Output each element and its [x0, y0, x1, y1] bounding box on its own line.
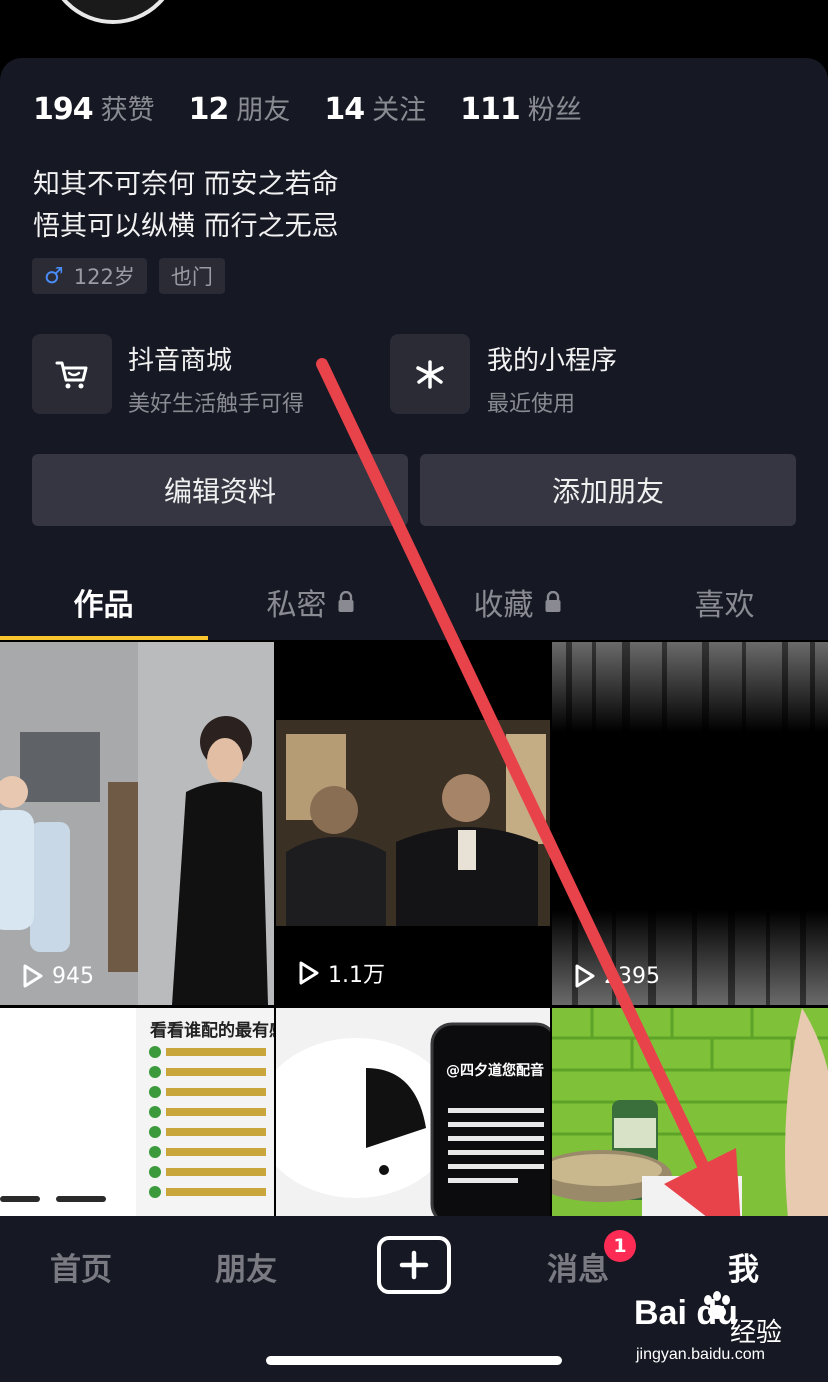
content-tabs: 作品 私密 收藏 喜欢: [0, 570, 828, 640]
home-indicator[interactable]: [266, 1356, 562, 1365]
stat-number: 14: [324, 92, 365, 127]
mini-program-title[interactable]: 我的小程序: [487, 340, 617, 377]
add-friend-button[interactable]: 添加朋友: [420, 454, 796, 526]
messages-badge: 1: [604, 1230, 636, 1262]
avatar[interactable]: [46, 0, 180, 24]
mini-program-subtitle: 最近使用: [487, 392, 576, 417]
location-label: 也门: [170, 265, 213, 289]
lock-icon: [545, 591, 560, 612]
mini-program-icon: [416, 360, 444, 389]
play-icon: [23, 964, 43, 988]
watermark-word: 经验: [730, 1318, 783, 1348]
stat-friends[interactable]: 12 朋友: [189, 88, 291, 127]
stat-number: 111: [460, 92, 521, 127]
mall-subtitle: 美好生活触手可得: [128, 392, 305, 417]
tab-favorites[interactable]: 收藏: [414, 570, 621, 634]
watermark-brand: Bai du: [634, 1294, 738, 1332]
cart-icon: [55, 361, 88, 389]
stat-followers[interactable]: 111 粉丝: [460, 88, 582, 127]
play-icon: [299, 961, 319, 985]
age-label: 122岁: [73, 265, 135, 289]
stat-likes[interactable]: 194 获赞: [33, 88, 155, 127]
male-icon: ♂: [44, 263, 64, 289]
tab-label: 喜欢: [694, 588, 755, 623]
tab-active-indicator: [0, 636, 208, 640]
video-preview-image: [552, 642, 828, 1005]
nav-home[interactable]: 首页: [50, 1244, 112, 1289]
play-count: 2395: [572, 963, 660, 989]
tab-likes[interactable]: 喜欢: [621, 570, 828, 634]
play-count-value: 945: [52, 963, 94, 989]
video-caption: @四夕道您配音: [446, 1063, 544, 1079]
tab-private[interactable]: 私密: [207, 570, 414, 634]
video-preview-image: [276, 1008, 550, 1226]
video-thumbnail[interactable]: 945: [0, 642, 274, 1005]
nav-friends[interactable]: 朋友: [215, 1244, 277, 1289]
stat-label: 关注: [372, 95, 427, 126]
mall-tile-icon-box[interactable]: [32, 334, 112, 414]
play-count: 945: [20, 963, 94, 989]
video-preview-image: [276, 642, 550, 1005]
tab-label: 私密: [266, 588, 327, 623]
profile-bio: 知其不可奈何 而安之若命 悟其可以纵横 而行之无忌: [33, 164, 339, 248]
stat-label: 朋友: [236, 95, 291, 126]
stat-number: 12: [188, 92, 230, 127]
lock-icon: [338, 591, 353, 612]
stat-label: 粉丝: [527, 95, 582, 126]
stat-number: 194: [33, 92, 94, 127]
tab-works[interactable]: 作品: [0, 570, 207, 634]
stat-following[interactable]: 14 关注: [324, 88, 426, 127]
video-thumbnail[interactable]: 1.1万: [276, 642, 550, 1005]
age-tag: ♂ 122岁: [32, 258, 147, 294]
video-preview-image: [552, 1008, 828, 1218]
video-thumbnail[interactable]: 2395: [552, 642, 828, 1005]
stat-label: 获赞: [100, 95, 155, 126]
play-count: 1.1万: [296, 957, 385, 989]
nav-me[interactable]: 我: [728, 1244, 759, 1289]
mini-program-tile-icon-box[interactable]: [390, 334, 470, 414]
create-button[interactable]: [377, 1236, 451, 1294]
profile-stats: 194 获赞 12 朋友 14 关注 111 粉丝: [33, 88, 616, 127]
play-count-value: 2395: [604, 963, 660, 989]
nav-messages[interactable]: 消息: [547, 1244, 609, 1289]
profile-tags: ♂ 122岁 也门: [32, 258, 237, 294]
bio-line: 知其不可奈何 而安之若命: [33, 169, 339, 200]
video-preview-image: [0, 642, 274, 1005]
tab-label: 作品: [73, 588, 134, 623]
video-headline: 看看谁配的最有感: [150, 1021, 274, 1041]
play-icon: [575, 964, 595, 988]
edit-profile-button[interactable]: 编辑资料: [32, 454, 408, 526]
mall-title[interactable]: 抖音商城: [128, 340, 232, 377]
play-count-value: 1.1万: [328, 963, 385, 988]
location-tag: 也门: [158, 258, 225, 294]
tab-label: 收藏: [473, 588, 534, 623]
watermark-url: jingyan.baidu.com: [636, 1346, 765, 1363]
plus-icon: [399, 1250, 429, 1280]
bio-line: 悟其可以纵横 而行之无忌: [33, 211, 339, 242]
